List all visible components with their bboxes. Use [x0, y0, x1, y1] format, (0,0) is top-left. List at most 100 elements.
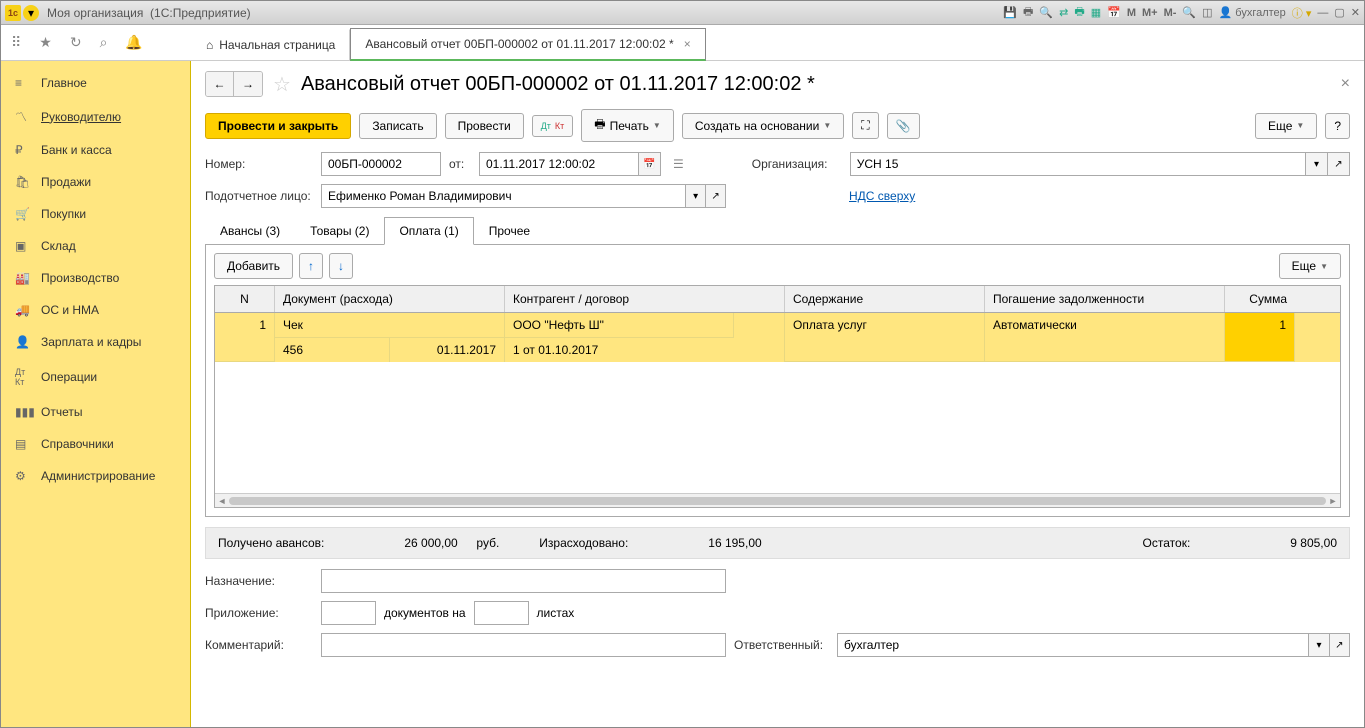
panel-more-button[interactable]: Еще ▼ — [1279, 253, 1341, 279]
notifications-icon[interactable]: 🔔 — [125, 34, 142, 51]
help-button[interactable]: ? — [1325, 113, 1350, 139]
org-input[interactable] — [850, 152, 1306, 176]
close-button[interactable]: ✕ — [1351, 6, 1360, 19]
balance-label: Остаток: — [1143, 536, 1191, 550]
tab-goods[interactable]: Товары (2) — [295, 217, 384, 245]
move-down-button[interactable]: ↓ — [329, 253, 353, 279]
compare-icon[interactable]: ⇄ — [1059, 6, 1068, 19]
tab-document[interactable]: Авансовый отчет 00БП-000002 от 01.11.201… — [350, 28, 705, 61]
tab-close-icon[interactable]: × — [684, 37, 691, 51]
nav-sales[interactable]: 🛍Продажи — [1, 166, 190, 198]
info-icon[interactable]: ⓘ ▾ — [1292, 5, 1312, 21]
attach-button[interactable]: 📎 — [887, 113, 920, 139]
dropdown-icon[interactable]: ▾ — [1306, 152, 1328, 176]
post-and-close-button[interactable]: Провести и закрыть — [205, 113, 351, 139]
responsible-input[interactable] — [837, 633, 1309, 657]
dropdown-icon[interactable]: ▾ — [1309, 633, 1329, 657]
nav-manager[interactable]: 〽Руководителю — [1, 99, 190, 134]
cell-contr: ООО "Нефть Ш" — [505, 313, 734, 338]
nav-operations[interactable]: ДтКтОперации — [1, 358, 190, 396]
cart-icon: 🛒 — [15, 207, 31, 221]
nav-back-button[interactable]: ← — [206, 72, 234, 96]
col-n-header[interactable]: N — [215, 286, 275, 312]
add-row-button[interactable]: Добавить — [214, 253, 293, 279]
nav-assets[interactable]: 🚚ОС и НМА — [1, 294, 190, 326]
move-up-button[interactable]: ↑ — [299, 253, 323, 279]
tab-other[interactable]: Прочее — [474, 217, 545, 245]
tab-payment[interactable]: Оплата (1) — [384, 217, 473, 245]
nav-production[interactable]: 🏭Производство — [1, 262, 190, 294]
favorite-icon[interactable]: ★ — [39, 34, 52, 51]
number-input[interactable] — [321, 152, 441, 176]
col-contr-header[interactable]: Контрагент / договор — [505, 286, 785, 312]
mplus-indicator[interactable]: M+ — [1142, 7, 1158, 19]
comment-input[interactable] — [321, 633, 726, 657]
col-doc-header[interactable]: Документ (расхода) — [275, 286, 505, 312]
zoom-icon[interactable]: 🔍 — [1182, 6, 1196, 19]
print-icon[interactable]: 🖶 — [1023, 3, 1033, 22]
nav-label: Зарплата и кадры — [41, 335, 141, 349]
save-button[interactable]: Записать — [359, 113, 436, 139]
minimize-button[interactable]: — — [1317, 7, 1328, 19]
calc-icon[interactable]: ▦ — [1091, 6, 1101, 19]
post-button[interactable]: Провести — [445, 113, 524, 139]
nav-purchases[interactable]: 🛒Покупки — [1, 198, 190, 230]
mminus-indicator[interactable]: M- — [1164, 7, 1177, 19]
nav-label: Банк и касса — [41, 143, 112, 157]
open-icon[interactable]: ↗ — [1328, 152, 1350, 176]
titlebar-menu-button[interactable]: ▾ — [23, 5, 39, 21]
calendar-icon[interactable]: 📅 — [1107, 6, 1121, 19]
dtKt-icon: ДтКт — [15, 367, 31, 387]
history-icon[interactable]: ↻ — [70, 34, 82, 51]
date-input[interactable] — [479, 152, 639, 176]
preview-icon[interactable]: 🔍 — [1039, 6, 1053, 19]
cell-sum[interactable]: 1 — [1225, 313, 1295, 362]
col-sod-header[interactable]: Содержание — [785, 286, 985, 312]
docs-count-input[interactable] — [321, 601, 376, 625]
create-based-button[interactable]: Создать на основании ▼ — [682, 113, 844, 139]
nav-admin[interactable]: ⚙Администрирование — [1, 460, 190, 492]
maximize-button[interactable]: ▢ — [1334, 6, 1344, 19]
tab-advances[interactable]: Авансы (3) — [205, 217, 295, 245]
open-icon[interactable]: ↗ — [1330, 633, 1350, 657]
close-document-button[interactable]: × — [1341, 75, 1350, 93]
nav-label: Отчеты — [41, 405, 82, 419]
ruble-icon: ₽ — [15, 143, 31, 157]
sheets-count-input[interactable] — [474, 601, 529, 625]
tab-home[interactable]: ⌂ Начальная страница — [191, 29, 350, 60]
dtKt-button[interactable]: ДтКт — [532, 115, 574, 137]
print2-icon[interactable]: 🖶 — [1074, 3, 1084, 22]
structure-button[interactable]: ⛶ — [852, 112, 878, 139]
payment-grid: N Документ (расхода) Контрагент / догово… — [214, 285, 1341, 508]
nav-reports[interactable]: ▮▮▮Отчеты — [1, 396, 190, 428]
more-button[interactable]: Еще ▼ — [1255, 113, 1317, 139]
grid-hscroll[interactable]: ◄ ► — [215, 493, 1340, 507]
purpose-input[interactable] — [321, 569, 726, 593]
nav-bank[interactable]: ₽ Банк и касса — [1, 134, 190, 166]
save-icon[interactable]: 💾 — [1003, 6, 1017, 19]
nav-stock[interactable]: ▣Склад — [1, 230, 190, 262]
vat-link[interactable]: НДС сверху — [849, 189, 915, 203]
apps-icon[interactable]: ⠿ — [11, 34, 21, 51]
panels-icon[interactable]: ◫ — [1202, 6, 1212, 19]
nav-catalogs[interactable]: ▤Справочники — [1, 428, 190, 460]
user-icon[interactable]: 👤 бухгалтер — [1219, 6, 1286, 19]
comment-label: Комментарий: — [205, 638, 313, 652]
nav-main[interactable]: ≡Главное — [1, 67, 190, 99]
dropdown-icon[interactable]: ▾ — [686, 184, 706, 208]
m-indicator[interactable]: M — [1127, 7, 1136, 19]
nav-forward-button[interactable]: → — [234, 72, 262, 96]
col-pog-header[interactable]: Погашение задолженности — [985, 286, 1225, 312]
print-button[interactable]: 🖶 Печать ▼ — [581, 109, 674, 142]
calendar-picker-icon[interactable]: 📅 — [639, 152, 661, 176]
favorite-star-icon[interactable]: ☆ — [273, 72, 291, 97]
table-row[interactable]: 1 Чек 456 01.11.2017 ООО "Нефть Ш" 1 — [215, 313, 1340, 362]
nav-label: ОС и НМА — [41, 303, 99, 317]
person-input[interactable] — [321, 184, 686, 208]
search-icon[interactable]: ⌕ — [100, 34, 108, 51]
open-icon[interactable]: ↗ — [706, 184, 726, 208]
chart-icon: 〽 — [15, 108, 31, 125]
nav-label: Продажи — [41, 175, 91, 189]
nav-hr[interactable]: 👤Зарплата и кадры — [1, 326, 190, 358]
col-sum-header[interactable]: Сумма — [1225, 286, 1295, 312]
